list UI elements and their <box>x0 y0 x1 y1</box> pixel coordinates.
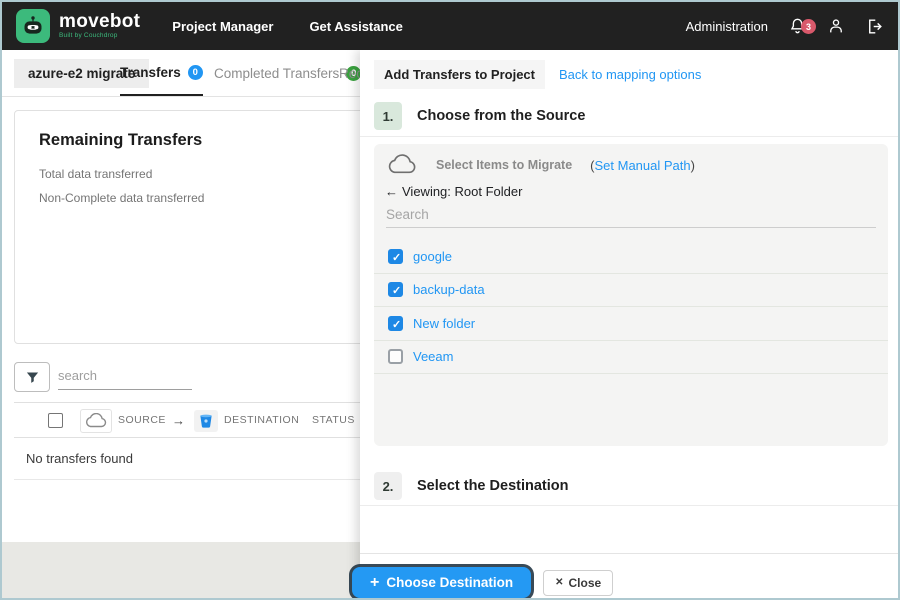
list-item[interactable]: backup-data <box>374 274 888 307</box>
source-picker-card: Select Items to Migrate (Set Manual Path… <box>374 144 888 446</box>
destination-connector-icon <box>194 410 218 432</box>
source-items-list: google backup-data New folder Veeam <box>374 240 888 374</box>
transfers-search-input[interactable] <box>58 362 192 390</box>
add-transfers-panel: Add Transfers to Project Back to mapping… <box>352 50 898 598</box>
plus-icon: + <box>370 573 380 591</box>
back-arrow-icon[interactable]: ← <box>385 184 398 199</box>
tab-transfers-label: Transfers <box>120 64 181 80</box>
source-column-header: SOURCE <box>118 414 166 426</box>
notifications-button[interactable]: 3 <box>788 16 816 36</box>
bucket-icon <box>200 414 212 428</box>
robot-icon <box>24 16 42 34</box>
brand: movebot Built by Couchdrop <box>59 12 140 40</box>
close-icon: ✕ <box>555 577 564 588</box>
noncomplete-data-transferred-label: Non-Complete data transferred <box>39 191 205 205</box>
app-window: movebot Built by Couchdrop Project Manag… <box>0 0 900 600</box>
choose-destination-label: Choose Destination <box>386 575 514 590</box>
remaining-transfers-title: Remaining Transfers <box>39 131 203 149</box>
list-item[interactable]: Veeam <box>374 341 888 374</box>
item-checkbox[interactable] <box>388 349 403 365</box>
step1-title: Choose from the Source <box>417 108 586 124</box>
divider <box>360 505 898 506</box>
filter-button[interactable] <box>14 362 50 392</box>
total-data-transferred-label: Total data transferred <box>39 167 153 181</box>
set-manual-path: (Set Manual Path) <box>590 158 695 173</box>
divider <box>360 136 898 137</box>
item-checkbox[interactable] <box>388 315 403 331</box>
step1-header: 1. Choose from the Source <box>374 102 585 130</box>
paren-close: ) <box>690 157 695 173</box>
item-label[interactable]: Veeam <box>413 349 453 364</box>
administration-link[interactable]: Administration <box>686 19 768 34</box>
close-button[interactable]: ✕ Close <box>543 569 614 596</box>
panel-footer: + Choose Destination ✕ Close <box>352 567 614 598</box>
divider <box>360 553 898 554</box>
notification-count-badge: 3 <box>801 19 816 34</box>
step2-title: Select the Destination <box>417 478 569 494</box>
tab-transfers[interactable]: Transfers 0 <box>120 50 203 96</box>
cloud-icon <box>388 154 416 174</box>
list-item[interactable]: google <box>374 240 888 274</box>
panel-title: Add Transfers to Project <box>374 60 545 89</box>
back-to-mapping-link[interactable]: Back to mapping options <box>559 67 701 82</box>
list-item[interactable]: New folder <box>374 307 888 341</box>
source-connector-icon <box>80 409 112 433</box>
viewing-label: Viewing: Root Folder <box>402 184 523 199</box>
select-items-heading: Select Items to Migrate <box>436 158 573 172</box>
logout-button[interactable] <box>865 17 884 36</box>
account-button[interactable] <box>827 16 845 36</box>
item-label[interactable]: backup-data <box>413 282 485 297</box>
logout-icon <box>869 18 882 34</box>
step2-number-badge: 2. <box>374 472 402 500</box>
status-column-header: STATUS <box>312 414 355 426</box>
panel-header: Add Transfers to Project Back to mapping… <box>374 60 701 89</box>
choose-destination-button[interactable]: + Choose Destination <box>352 567 532 598</box>
step2-header: 2. Select the Destination <box>374 472 568 500</box>
item-label[interactable]: google <box>413 249 452 264</box>
cloud-icon <box>85 413 107 428</box>
viewing-breadcrumb[interactable]: ← Viewing: Root Folder <box>385 184 522 199</box>
person-icon <box>830 19 842 33</box>
destination-column-header: DESTINATION <box>224 414 300 426</box>
top-nav: Project Manager Get Assistance <box>172 19 403 34</box>
funnel-icon <box>26 372 38 383</box>
transfers-count-badge: 0 <box>187 64 203 80</box>
step1-number-badge: 1. <box>374 102 402 130</box>
item-checkbox[interactable] <box>388 248 403 264</box>
nav-get-assistance[interactable]: Get Assistance <box>309 19 402 34</box>
topbar-right: Administration 3 <box>686 16 884 36</box>
item-checkbox[interactable] <box>388 282 403 298</box>
movebot-logo-icon[interactable] <box>16 9 50 43</box>
items-search-input[interactable] <box>386 202 876 228</box>
item-label[interactable]: New folder <box>413 316 475 331</box>
select-all-checkbox[interactable] <box>48 412 63 428</box>
tab-completed-label: Completed Transfers <box>214 65 340 81</box>
brand-tagline: Built by Couchdrop <box>59 32 118 40</box>
top-bar: movebot Built by Couchdrop Project Manag… <box>2 2 898 50</box>
source-picker-header: Select Items to Migrate (Set Manual Path… <box>386 154 695 176</box>
close-label: Close <box>568 575 602 590</box>
set-manual-path-link[interactable]: Set Manual Path <box>595 158 691 173</box>
source-to-destination-arrow-icon: → <box>172 412 185 428</box>
nav-project-manager[interactable]: Project Manager <box>172 19 273 34</box>
brand-name: movebot <box>59 11 141 33</box>
